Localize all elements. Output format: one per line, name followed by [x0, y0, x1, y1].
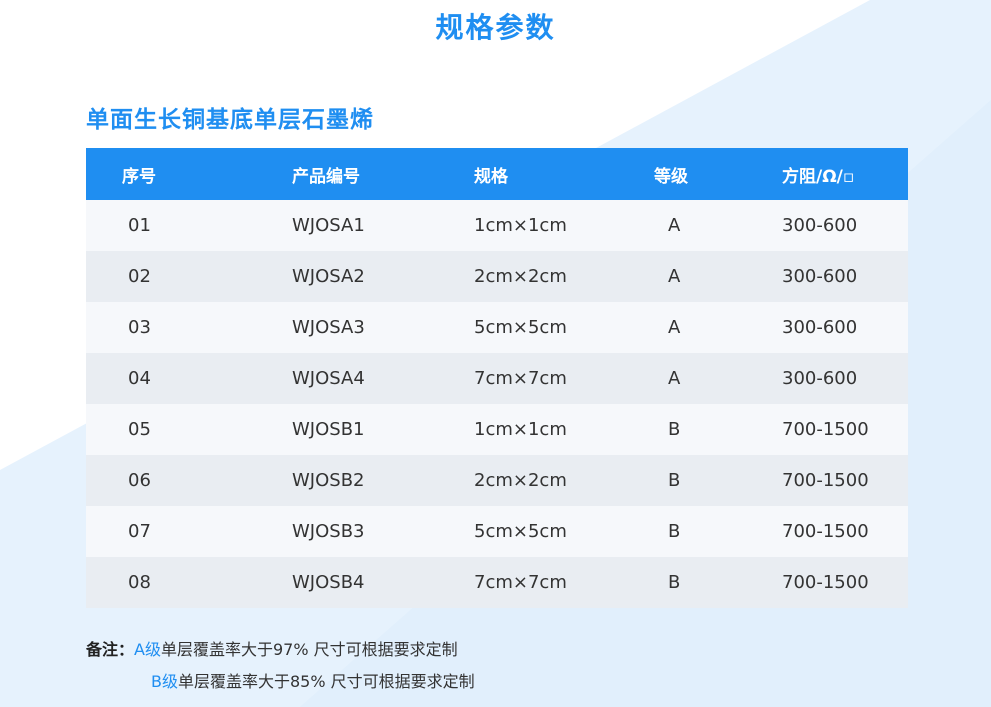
cell-index: 02	[128, 266, 151, 287]
header-index: 序号	[122, 166, 156, 187]
table-row: 05 WJOSB1 1cm×1cm B 700-1500	[86, 404, 908, 455]
header-sheet-resistance: 方阻/Ω/▫	[782, 166, 855, 187]
cell-spec: 1cm×1cm	[474, 215, 567, 236]
cell-product-code: WJOSB2	[292, 470, 365, 491]
cell-product-code: WJOSB1	[292, 419, 365, 440]
cell-sheet-resistance: 700-1500	[782, 419, 869, 440]
cell-sheet-resistance: 700-1500	[782, 521, 869, 542]
note-grade: A级	[134, 640, 161, 659]
table-row: 08 WJOSB4 7cm×7cm B 700-1500	[86, 557, 908, 608]
cell-grade: B	[668, 572, 681, 593]
table-row: 01 WJOSA1 1cm×1cm A 300-600	[86, 200, 908, 251]
cell-index: 01	[128, 215, 151, 236]
cell-product-code: WJOSA4	[292, 368, 365, 389]
cell-product-code: WJOSB3	[292, 521, 365, 542]
cell-sheet-resistance: 700-1500	[782, 470, 869, 491]
cell-product-code: WJOSA2	[292, 266, 365, 287]
cell-grade: A	[668, 317, 681, 338]
cell-spec: 7cm×7cm	[474, 572, 567, 593]
cell-grade: B	[668, 419, 681, 440]
table-header-row: 序号 产品编号 规格 等级 方阻/Ω/▫	[86, 148, 908, 200]
cell-spec: 5cm×5cm	[474, 521, 567, 542]
cell-spec: 5cm×5cm	[474, 317, 567, 338]
section-title: 单面生长铜基底单层石墨烯	[86, 107, 374, 133]
cell-grade: B	[668, 521, 681, 542]
cell-index: 03	[128, 317, 151, 338]
cell-index: 04	[128, 368, 151, 389]
cell-index: 06	[128, 470, 151, 491]
cell-grade: A	[668, 368, 681, 389]
cell-product-code: WJOSA3	[292, 317, 365, 338]
note-text: 单层覆盖率大于97% 尺寸可根据要求定制	[160, 640, 458, 659]
cell-product-code: WJOSB4	[292, 572, 365, 593]
header-spec: 规格	[474, 166, 508, 187]
cell-spec: 2cm×2cm	[474, 266, 567, 287]
cell-sheet-resistance: 700-1500	[782, 572, 869, 593]
note-text: 单层覆盖率大于85% 尺寸可根据要求定制	[177, 672, 475, 691]
cell-product-code: WJOSA1	[292, 215, 365, 236]
cell-index: 08	[128, 572, 151, 593]
table-row: 04 WJOSA4 7cm×7cm A 300-600	[86, 353, 908, 404]
notes-label: 备注：	[86, 640, 135, 659]
cell-sheet-resistance: 300-600	[782, 215, 858, 236]
table-row: 02 WJOSA2 2cm×2cm A 300-600	[86, 251, 908, 302]
cell-index: 05	[128, 419, 151, 440]
note-line-b: B级单层覆盖率大于85% 尺寸可根据要求定制	[151, 668, 475, 692]
cell-grade: A	[668, 266, 681, 287]
spec-table: 序号 产品编号 规格 等级 方阻/Ω/▫ 01 WJOSA1 1cm×1cm A…	[86, 148, 908, 608]
page-title: 规格参数	[435, 11, 556, 44]
table-row: 07 WJOSB3 5cm×5cm B 700-1500	[86, 506, 908, 557]
note-grade: B级	[151, 672, 178, 691]
cell-sheet-resistance: 300-600	[782, 317, 858, 338]
cell-index: 07	[128, 521, 151, 542]
header-grade: 等级	[654, 166, 688, 187]
cell-spec: 7cm×7cm	[474, 368, 567, 389]
cell-sheet-resistance: 300-600	[782, 266, 858, 287]
header-product-code: 产品编号	[292, 166, 360, 187]
note-line-a: 备注：A级单层覆盖率大于97% 尺寸可根据要求定制	[86, 636, 458, 660]
cell-spec: 1cm×1cm	[474, 419, 567, 440]
cell-grade: B	[668, 470, 681, 491]
table-row: 03 WJOSA3 5cm×5cm A 300-600	[86, 302, 908, 353]
cell-grade: A	[668, 215, 681, 236]
table-row: 06 WJOSB2 2cm×2cm B 700-1500	[86, 455, 908, 506]
cell-sheet-resistance: 300-600	[782, 368, 858, 389]
cell-spec: 2cm×2cm	[474, 470, 567, 491]
